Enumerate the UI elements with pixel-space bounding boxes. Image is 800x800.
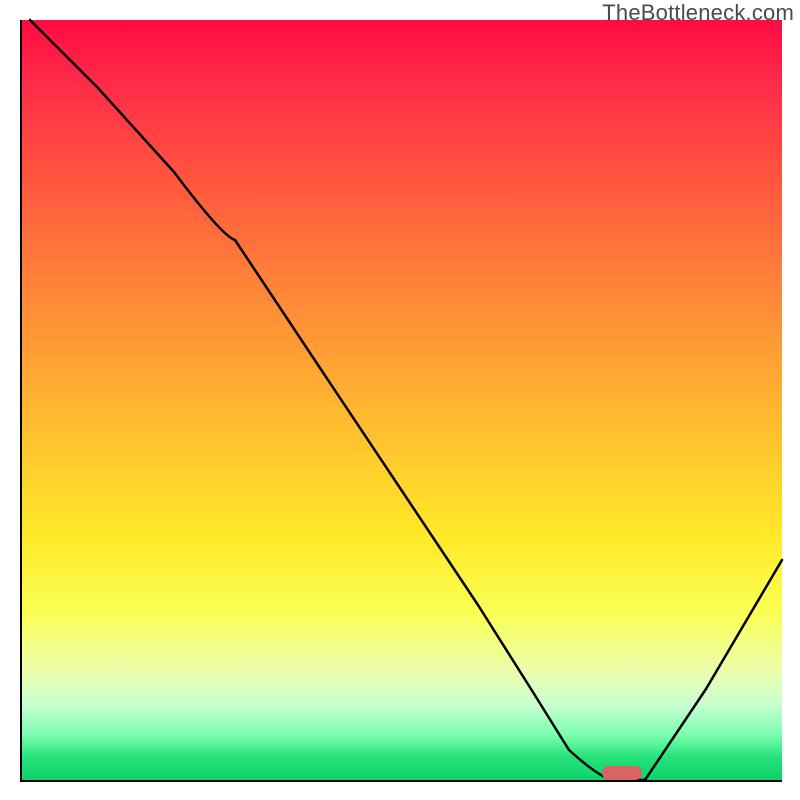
chart-stage: TheBottleneck.com bbox=[0, 0, 800, 800]
optimal-marker bbox=[602, 766, 642, 780]
curve-path bbox=[30, 20, 782, 780]
bottleneck-curve bbox=[22, 20, 782, 780]
plot-area bbox=[20, 20, 782, 782]
